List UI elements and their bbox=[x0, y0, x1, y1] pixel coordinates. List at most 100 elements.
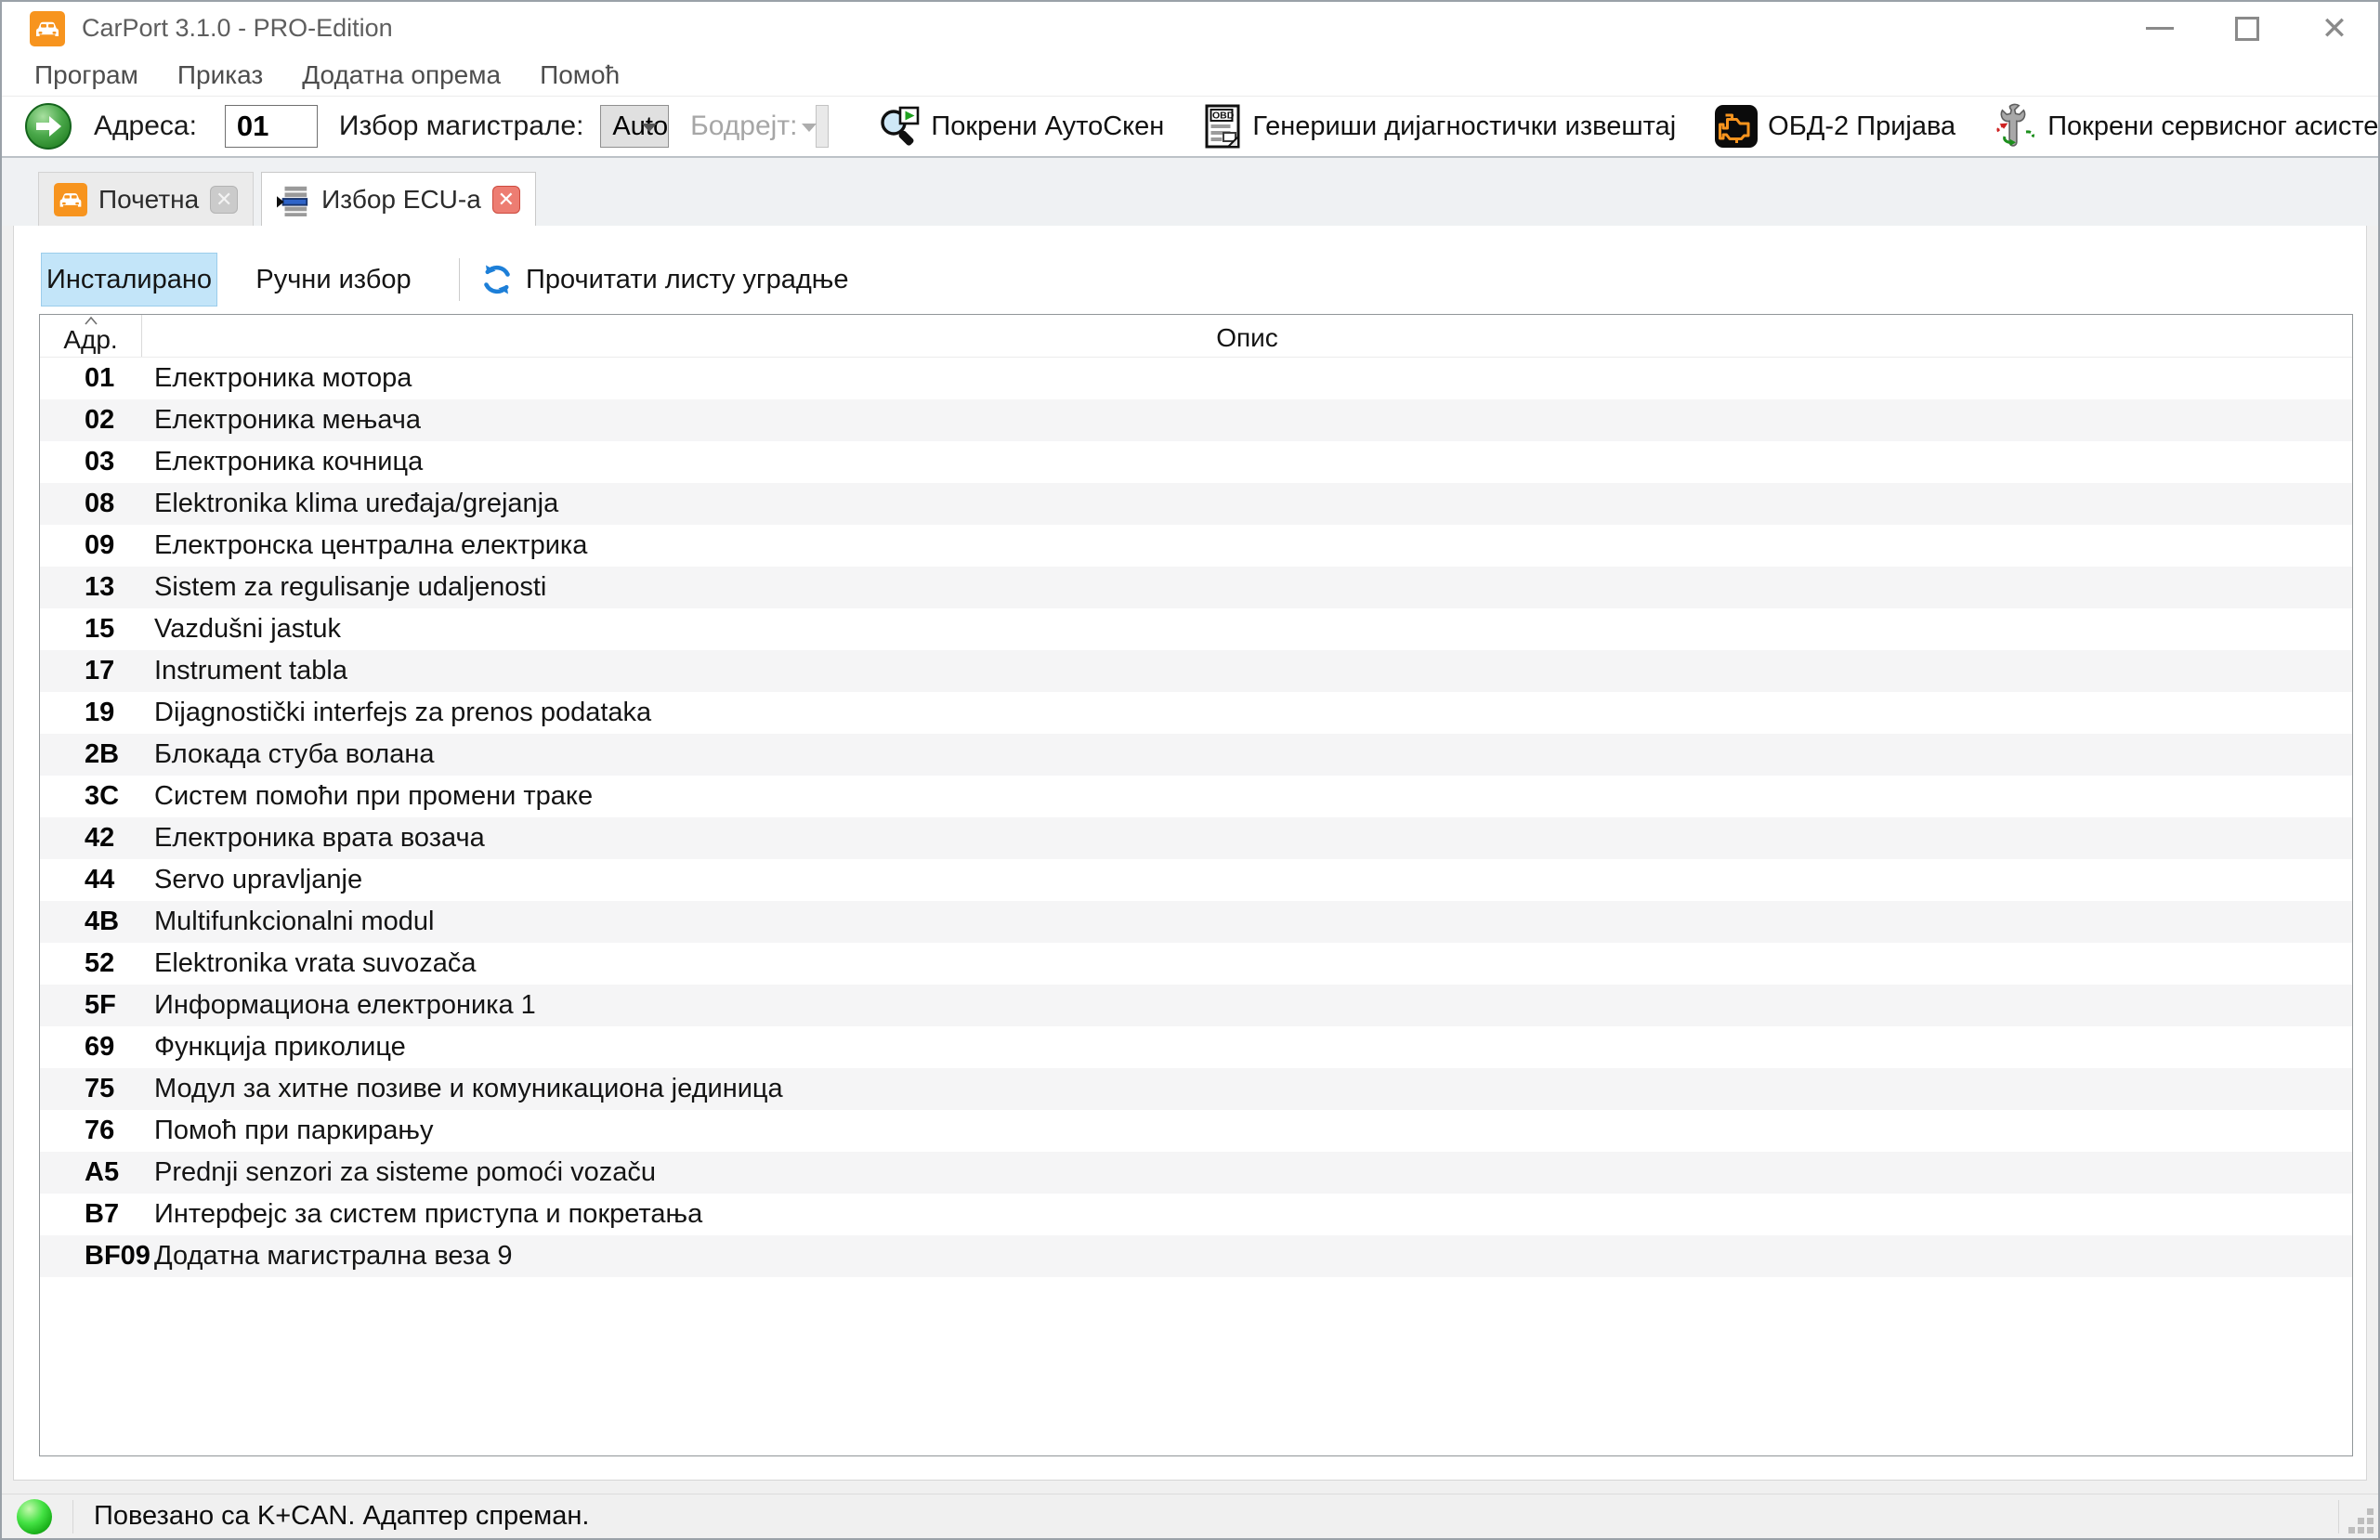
tab-home[interactable]: Почетна ✕ bbox=[38, 172, 255, 226]
ecu-address: 5F bbox=[85, 990, 116, 1020]
tab-ecu-selection-label: Избор ECU-a bbox=[321, 184, 481, 214]
ecu-address: 2B bbox=[85, 739, 120, 769]
autoscan-button[interactable]: Покрени АутоСкен bbox=[872, 98, 1170, 154]
app-window: CarPort 3.1.0 - PRO-Edition ✕ Програм Пр… bbox=[0, 0, 2380, 1540]
ecu-table: Адр. Опис 01 Електроника мотора 02 Електрон… bbox=[39, 314, 2353, 1456]
maximize-button[interactable] bbox=[2203, 2, 2291, 55]
minimize-button[interactable] bbox=[2116, 2, 2203, 55]
ecu-description: Додатна магистрална веза 9 bbox=[154, 1241, 513, 1271]
table-row[interactable]: A5 Prednji senzori za sisteme pomoći voza… bbox=[40, 1152, 2352, 1194]
table-row[interactable]: 76 Помоћ при паркирању bbox=[40, 1110, 2352, 1152]
read-installation-list-button[interactable]: Прочитати листу уградње bbox=[480, 253, 849, 307]
close-button[interactable]: ✕ bbox=[2291, 2, 2378, 55]
ecu-description: Електроника кочница bbox=[154, 447, 424, 476]
table-row[interactable]: 19 Dijagnostički interfejs za prenos poda… bbox=[40, 692, 2352, 734]
subtab-installed[interactable]: Инсталирано bbox=[41, 253, 217, 307]
table-row[interactable]: 2B Блокада стуба волана bbox=[40, 734, 2352, 776]
tab-home-close-icon[interactable]: ✕ bbox=[210, 185, 239, 214]
car-icon bbox=[54, 182, 87, 216]
table-row[interactable]: 5F Информациона електроника 1 bbox=[40, 985, 2352, 1026]
statusbar: Повезано са K+CAN. Адаптер спреман. bbox=[2, 1494, 2378, 1538]
table-row[interactable]: 15 Vazdušni jastuk bbox=[40, 608, 2352, 650]
column-header-description[interactable]: Опис bbox=[142, 315, 2352, 357]
ecu-address: 76 bbox=[85, 1116, 115, 1145]
baudrate-select bbox=[802, 105, 830, 148]
bus-select[interactable]: Auto bbox=[600, 105, 670, 148]
ecu-description: Систем помоћи при промени траке bbox=[154, 781, 594, 811]
column-header-address-label: Адр. bbox=[63, 325, 118, 354]
diagnostic-report-button[interactable]: OBD Генериши дијагностички извештај bbox=[1199, 98, 1681, 154]
ecu-address: 4B bbox=[85, 907, 120, 936]
table-row[interactable]: 44 Servo upravljanje bbox=[40, 859, 2352, 901]
table-row[interactable]: 13 Sistem za regulisanje udaljenosti bbox=[40, 567, 2352, 608]
ecu-selection-panel: Инсталирано Ручни избор Прочитати листу … bbox=[13, 226, 2367, 1481]
chevron-down-icon bbox=[642, 124, 658, 132]
titlebar: CarPort 3.1.0 - PRO-Edition ✕ bbox=[2, 2, 2378, 55]
tabstrip: Почетна ✕ Избор ECU-a ✕ bbox=[2, 158, 2378, 226]
ecu-description: Функција приколице bbox=[154, 1032, 406, 1062]
address-label: Адреса: bbox=[94, 111, 197, 141]
menu-program[interactable]: Програм bbox=[15, 60, 158, 90]
table-row[interactable]: 03 Електроника кочница bbox=[40, 441, 2352, 483]
table-row[interactable]: 69 Функција приколице bbox=[40, 1026, 2352, 1068]
ecu-description: Електронска централна електрика bbox=[154, 530, 588, 560]
table-row[interactable]: 17 Instrument tabla bbox=[40, 650, 2352, 692]
close-icon: ✕ bbox=[2321, 10, 2348, 46]
statusbar-divider bbox=[2338, 1499, 2339, 1533]
menu-accessories[interactable]: Додатна опрема bbox=[282, 60, 520, 90]
table-row[interactable]: 4B Multifunkcionalni modul bbox=[40, 901, 2352, 943]
ecu-address: 02 bbox=[85, 405, 115, 435]
diagnostic-report-label: Генериши дијагностички извештај bbox=[1252, 111, 1677, 141]
table-row[interactable]: BF09 Додатна магистрална веза 9 bbox=[40, 1235, 2352, 1277]
table-row[interactable]: 42 Електроника врата возача bbox=[40, 817, 2352, 859]
service-assistant-button[interactable]: Покрени сервисног асистента bbox=[1989, 98, 2380, 154]
ecu-address: 08 bbox=[85, 489, 115, 518]
menu-help[interactable]: Помоћ bbox=[520, 60, 639, 90]
ecu-address: 15 bbox=[85, 614, 115, 644]
ecu-address: 13 bbox=[85, 572, 115, 602]
baudrate-label: Бодрејт: bbox=[690, 111, 798, 141]
toolbar: Адреса: Избор магистрале: Auto Бодрејт: … bbox=[2, 97, 2380, 158]
column-header-address[interactable]: Адр. bbox=[40, 315, 142, 357]
ecu-description: Блокада стуба волана bbox=[154, 739, 435, 769]
table-row[interactable]: B7 Интерфејс за систем приступа и покрета… bbox=[40, 1194, 2352, 1235]
ecu-description: Електроника врата возача bbox=[154, 823, 485, 853]
chevron-down-icon bbox=[802, 124, 817, 132]
connection-status-text: Повезано са K+CAN. Адаптер спреман. bbox=[94, 1501, 590, 1531]
tab-ecu-selection[interactable]: Избор ECU-a ✕ bbox=[261, 172, 536, 226]
ecu-description: Elektronika vrata suvozača bbox=[154, 948, 477, 978]
table-row[interactable]: 75 Модул за хитне позиве и комуникациона … bbox=[40, 1068, 2352, 1110]
ecu-address: 44 bbox=[85, 865, 115, 894]
statusbar-divider bbox=[72, 1499, 73, 1533]
ecu-description: Dijagnostički interfejs za prenos podata… bbox=[154, 698, 652, 727]
tab-ecu-close-icon[interactable]: ✕ bbox=[491, 185, 520, 214]
obd2-login-button[interactable]: ОБД-2 Пријава bbox=[1709, 98, 1961, 154]
ecu-description: Prednji senzori za sisteme pomoći vozaču bbox=[154, 1157, 656, 1187]
ecu-description: Електроника мотора bbox=[154, 363, 412, 393]
connection-status-led-icon bbox=[17, 1498, 52, 1534]
table-row[interactable]: 01 Електроника мотора bbox=[40, 358, 2352, 399]
table-row[interactable]: 08 Elektronika klima uređaja/grejanja bbox=[40, 483, 2352, 525]
table-row[interactable]: 52 Elektronika vrata suvozača bbox=[40, 943, 2352, 985]
window-title: CarPort 3.1.0 - PRO-Edition bbox=[82, 14, 393, 42]
ecu-address: 03 bbox=[85, 447, 115, 476]
service-assistant-icon bbox=[1994, 103, 2037, 150]
bus-select-value: Auto bbox=[612, 111, 669, 141]
read-installation-list-label: Прочитати листу уградње bbox=[526, 264, 849, 294]
ecu-address: B7 bbox=[85, 1199, 120, 1229]
table-row[interactable]: 02 Електроника мењача bbox=[40, 399, 2352, 441]
minimize-icon bbox=[2146, 27, 2174, 30]
menubar: Програм Приказ Додатна опрема Помоћ bbox=[2, 55, 2378, 97]
ecu-description: Интерфејс за систем приступа и покретања bbox=[154, 1199, 703, 1229]
go-button[interactable] bbox=[24, 102, 72, 150]
ecu-description: Multifunkcionalni modul bbox=[154, 907, 435, 936]
tab-home-label: Почетна bbox=[98, 184, 200, 214]
resize-grip-icon[interactable] bbox=[2347, 1507, 2374, 1534]
table-row[interactable]: 3C Систем помоћи при промени траке bbox=[40, 776, 2352, 817]
address-input[interactable] bbox=[224, 105, 318, 148]
obd-report-icon: OBD bbox=[1205, 104, 1242, 149]
subtab-manual[interactable]: Ручни избор bbox=[217, 253, 450, 307]
menu-view[interactable]: Приказ bbox=[158, 60, 282, 90]
table-row[interactable]: 09 Електронска централна електрика bbox=[40, 525, 2352, 567]
ecu-description: Електроника мењача bbox=[154, 405, 422, 435]
